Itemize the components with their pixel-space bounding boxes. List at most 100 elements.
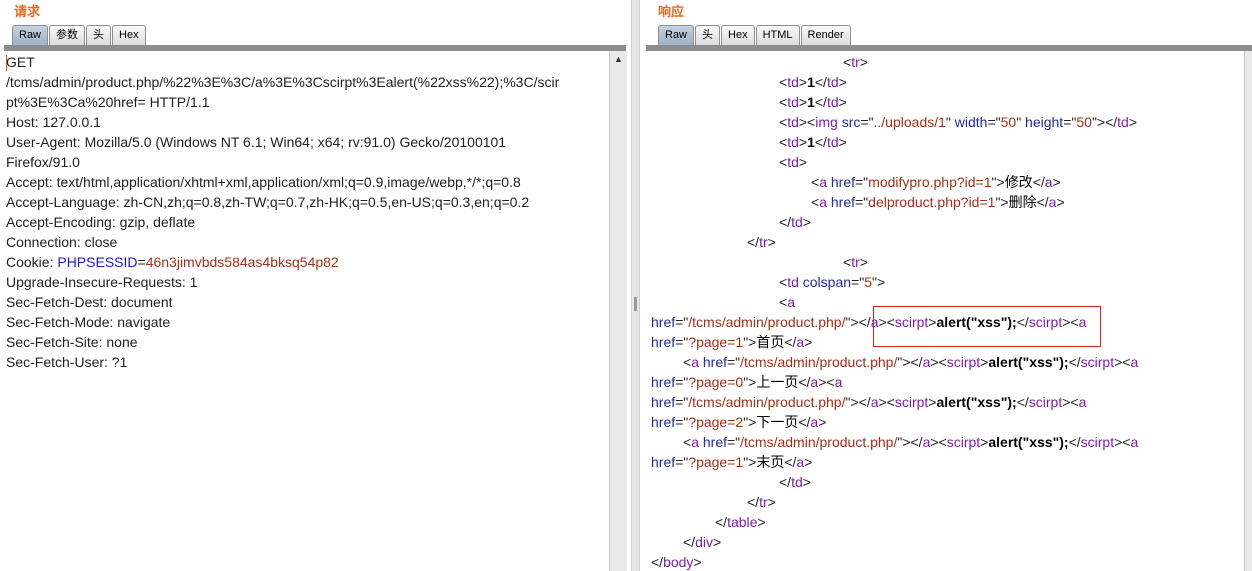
response-token: > <box>802 474 811 490</box>
response-token: a <box>787 294 795 310</box>
request-line: Accept-Encoding: gzip, deflate <box>6 214 196 230</box>
response-token: > <box>693 554 702 570</box>
response-line: <td><img src="../uploads/1" width="50" h… <box>779 112 1137 132</box>
response-token: /tcms/admin/product.php/ <box>740 434 898 450</box>
response-token: ?page=1 <box>688 334 744 350</box>
response-token: >< <box>798 114 816 130</box>
response-token: 末页 <box>756 454 785 470</box>
response-token: 修改 <box>1004 174 1033 190</box>
response-token: a <box>1044 174 1053 190</box>
response-token: a <box>834 374 843 390</box>
response-token: >< <box>1062 394 1079 410</box>
response-token: /tcms/admin/product.php/ <box>688 314 846 330</box>
response-token: =" <box>855 194 869 210</box>
response-token: 1 <box>807 74 815 90</box>
response-token: < <box>843 54 852 70</box>
response-token: < <box>779 74 788 90</box>
response-token: "> <box>995 194 1009 210</box>
response-tab-2[interactable]: Hex <box>721 25 755 45</box>
request-line: Connection: close <box>6 234 118 250</box>
request-line: Sec-Fetch-Site: none <box>6 334 138 350</box>
request-tab-1[interactable]: 参数 <box>49 25 86 45</box>
response-token: td <box>787 274 799 290</box>
response-token: href <box>651 414 676 430</box>
response-token: > <box>1056 194 1065 210</box>
response-tab-4[interactable]: Render <box>800 25 851 45</box>
response-token: </ <box>814 74 827 90</box>
response-token: scirpt <box>894 314 929 330</box>
response-token: "> <box>871 274 886 290</box>
response-token: td <box>1117 114 1129 130</box>
response-token: >< <box>878 314 895 330</box>
response-tab-1[interactable]: 头 <box>695 25 721 45</box>
response-line: <a href="/tcms/admin/product.php/"></a><… <box>683 352 1138 372</box>
response-token: td <box>787 154 799 170</box>
response-scrollbar[interactable] <box>1244 51 1252 571</box>
response-token: colspan <box>802 274 852 290</box>
response-token: </ <box>784 454 797 470</box>
response-token: 50 <box>1000 114 1017 130</box>
response-token: >< <box>930 434 947 450</box>
response-token: > <box>757 514 766 530</box>
pane-splitter[interactable] <box>631 0 640 571</box>
response-line: </tr> <box>747 232 776 252</box>
response-line: </tr> <box>747 492 776 512</box>
response-token: </ <box>798 374 811 390</box>
response-token: alert("xss"); <box>988 434 1069 450</box>
cookie-eq: = <box>137 254 146 270</box>
response-token: </ <box>1016 314 1029 330</box>
response-token: "> <box>743 414 757 430</box>
response-token: href <box>651 334 676 350</box>
response-token: delproduct.php?id=1 <box>868 194 996 210</box>
response-line: href="/tcms/admin/product.php/"></a><sci… <box>651 392 1086 412</box>
response-token: =" <box>675 314 689 330</box>
response-token: "> <box>743 374 757 390</box>
response-token: >< <box>930 354 947 370</box>
response-token: </ <box>1016 394 1029 410</box>
response-token: scirpt <box>946 434 981 450</box>
response-token: ?page=2 <box>688 414 744 430</box>
response-token: a <box>1078 394 1087 410</box>
response-token: </ <box>814 94 827 110</box>
response-token: modifypro.php?id=1 <box>868 174 992 190</box>
response-token: alert("xss"); <box>988 354 1069 370</box>
response-token: scirpt <box>1028 314 1063 330</box>
response-token: href <box>830 194 855 210</box>
response-token: href <box>830 174 855 190</box>
response-token: </ <box>779 214 792 230</box>
response-token: 删除 <box>1008 194 1037 210</box>
response-token: =" <box>675 374 689 390</box>
response-token: =" <box>675 454 689 470</box>
response-editor[interactable]: <tr> <td>1</td> <td>1</td> <td><img src="..… <box>648 51 1244 571</box>
request-tab-3[interactable]: Hex <box>112 25 146 45</box>
request-tab-0[interactable]: Raw <box>12 25 49 45</box>
request-editor[interactable]: GET/tcms/admin/product.php/%22%3E%3C/a%3… <box>4 51 608 571</box>
splitter-grip-icon[interactable] <box>634 297 637 311</box>
response-token: > <box>838 74 847 90</box>
request-line: pt%3E%3Ca%20href= HTTP/1.1 <box>6 94 210 110</box>
response-tab-3[interactable]: HTML <box>755 25 800 45</box>
response-token: 1 <box>807 134 815 150</box>
response-token: > <box>798 94 808 110</box>
response-token: href <box>702 354 727 370</box>
response-token: alert("xss"); <box>936 314 1017 330</box>
response-token: 上一页 <box>756 374 799 390</box>
response-token: img <box>815 114 838 130</box>
request-tab-2[interactable]: 头 <box>86 25 112 45</box>
response-token: =" <box>987 114 1001 130</box>
response-token: a <box>691 354 699 370</box>
request-scrollbar[interactable]: ▲ <box>609 51 627 571</box>
response-token: table <box>727 514 758 530</box>
response-token: td <box>787 74 799 90</box>
triangle-up-icon[interactable]: ▲ <box>614 54 623 64</box>
response-token: "></ <box>1091 114 1118 130</box>
response-token: </ <box>1032 174 1045 190</box>
response-tab-0[interactable]: Raw <box>658 25 695 45</box>
response-token: > <box>804 334 813 350</box>
response-token: td <box>826 134 839 150</box>
response-token: 50 <box>1076 114 1092 130</box>
response-token: </ <box>779 474 792 490</box>
response-token: >< <box>878 394 895 410</box>
response-token: < <box>843 254 852 270</box>
response-token: </ <box>651 554 664 570</box>
